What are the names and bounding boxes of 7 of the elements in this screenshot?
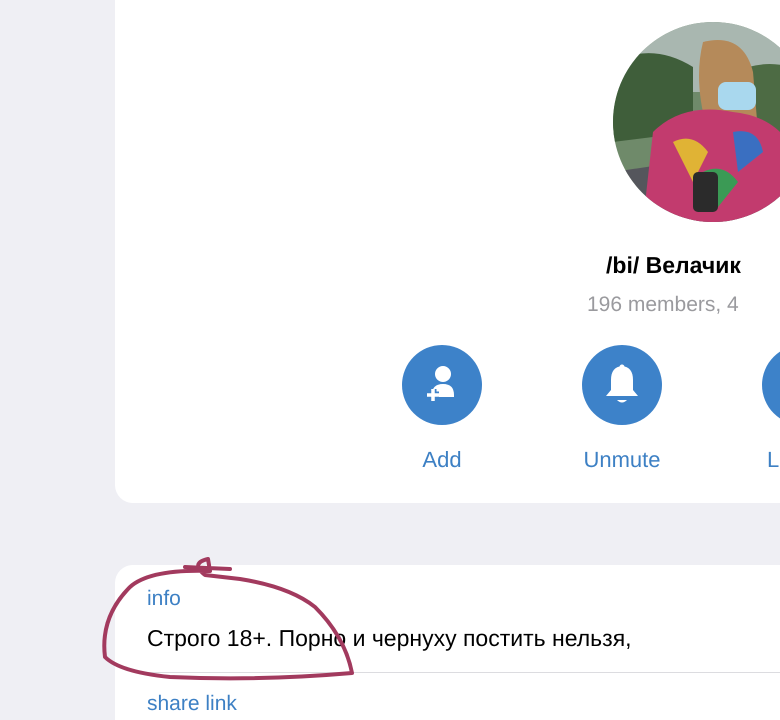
info-label: info	[146, 586, 181, 611]
share-link[interactable]: share link	[147, 693, 237, 715]
leave-button[interactable]: L	[747, 345, 780, 473]
member-count: 196 members, 4	[587, 293, 739, 317]
add-button[interactable]: Add	[387, 345, 497, 473]
group-title: /bi/ Велачик	[605, 252, 741, 279]
unmute-button[interactable]: Unmute	[567, 345, 677, 473]
